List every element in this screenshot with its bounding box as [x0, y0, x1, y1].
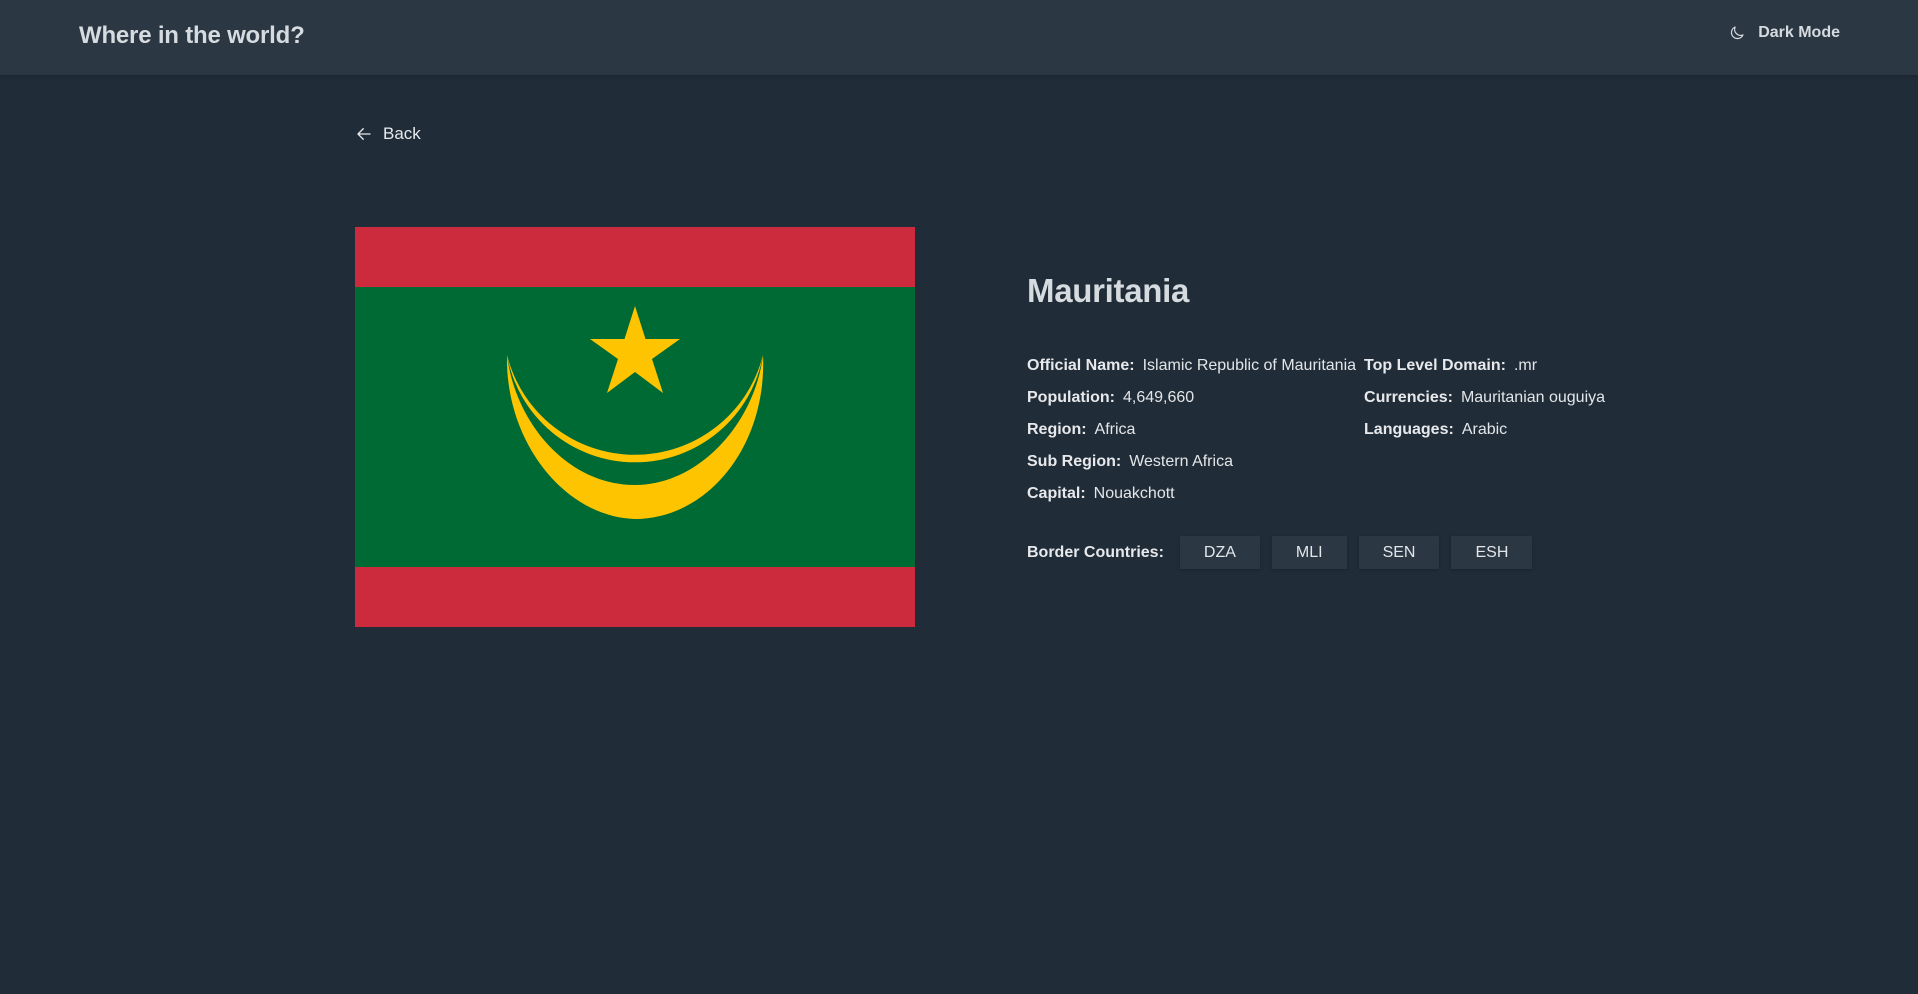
arrow-left-icon [355, 125, 373, 143]
country-flag [355, 227, 915, 627]
field-label: Region: [1027, 421, 1087, 438]
field-label: Top Level Domain: [1364, 357, 1506, 374]
border-countries: Border Countries: DZA MLI SEN ESH [1027, 536, 1727, 569]
border-chip-dza[interactable]: DZA [1179, 536, 1260, 569]
field-label: Capital: [1027, 485, 1086, 502]
info-grid: Official Name: Islamic Republic of Maurit… [1027, 356, 1727, 516]
info-column-left: Official Name: Islamic Republic of Maurit… [1027, 356, 1356, 516]
top-level-domain-row: Top Level Domain: .mr [1364, 356, 1605, 376]
field-value: Western Africa [1129, 453, 1233, 470]
population-row: Population: 4,649,660 [1027, 388, 1356, 408]
border-chip-sen[interactable]: SEN [1358, 536, 1440, 569]
region-row: Region: Africa [1027, 420, 1356, 440]
field-label: Languages: [1364, 421, 1454, 438]
field-value: Arabic [1461, 421, 1508, 438]
flag-band-bottom [355, 567, 915, 627]
field-label: Population: [1027, 389, 1115, 406]
country-name: Mauritania [1027, 272, 1190, 309]
moon-icon [1728, 24, 1746, 42]
back-label: Back [383, 124, 421, 143]
field-label: Sub Region: [1027, 453, 1122, 470]
country-details: Mauritania Official Name: Islamic Republi… [1027, 272, 1727, 569]
info-column-right: Top Level Domain: .mr Currencies: Mauritan… [1364, 356, 1605, 516]
field-value: .mr [1513, 357, 1538, 374]
field-label: Currencies: [1364, 389, 1453, 406]
capital-row: Capital: Nouakchott [1027, 484, 1356, 504]
field-value: Africa [1094, 421, 1136, 438]
site-header: Where in the world? Dark Mode [0, 0, 1918, 75]
sub-region-row: Sub Region: Western Africa [1027, 452, 1356, 472]
field-value: 4,649,660 [1122, 389, 1195, 406]
field-label: Official Name: [1027, 357, 1135, 374]
field-value: Nouakchott [1093, 485, 1175, 502]
border-chip-esh[interactable]: ESH [1451, 536, 1533, 569]
official-name-row: Official Name: Islamic Republic of Maurit… [1027, 356, 1356, 376]
field-value: Mauritanian ouguiya [1460, 389, 1606, 406]
back-button[interactable]: Back [355, 124, 421, 144]
dark-mode-toggle[interactable]: Dark Mode [1728, 24, 1840, 42]
flag-band-top [355, 227, 915, 287]
border-countries-label: Border Countries: [1027, 543, 1164, 561]
dark-mode-label: Dark Mode [1758, 24, 1840, 41]
currencies-row: Currencies: Mauritanian ouguiya [1364, 388, 1605, 408]
field-value: Islamic Republic of Mauritania [1142, 357, 1357, 374]
border-chip-mli[interactable]: MLI [1271, 536, 1347, 569]
site-title[interactable]: Where in the world? [79, 22, 305, 50]
languages-row: Languages: Arabic [1364, 420, 1605, 440]
